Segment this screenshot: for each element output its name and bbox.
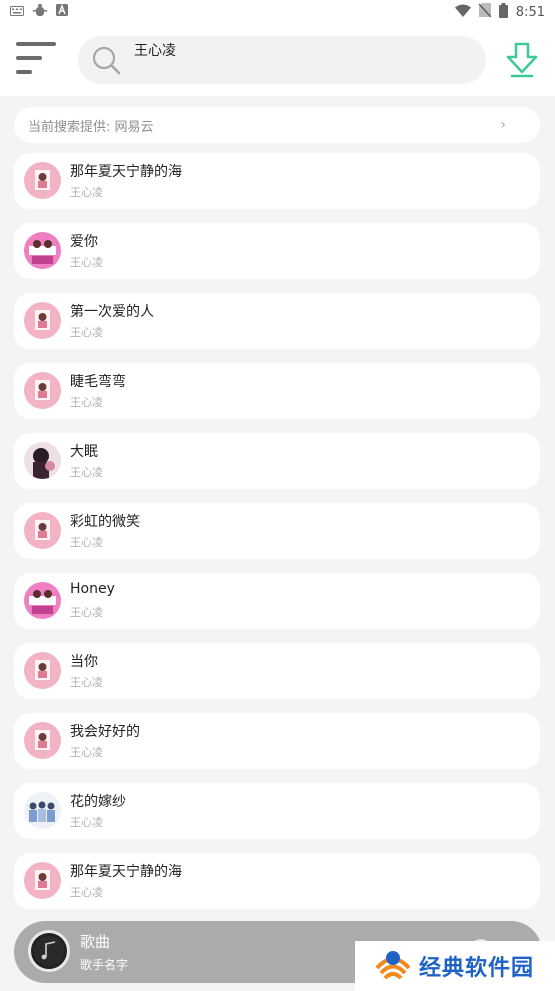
a-badge-icon <box>56 4 68 20</box>
song-row[interactable]: 我会好好的 王心凌 <box>14 713 540 769</box>
song-row[interactable]: 彩虹的微笑 王心凌 <box>14 503 540 559</box>
bug-icon <box>32 2 48 22</box>
album-cover <box>24 302 61 339</box>
search-provider-selector[interactable]: 当前搜索提供: 网易云 › <box>14 107 540 143</box>
watermark-text: 经典软件园 <box>419 956 535 981</box>
provider-label: 当前搜索提供: 网易云 <box>28 119 154 135</box>
menu-button[interactable] <box>16 38 58 78</box>
song-artist: 王心凌 <box>70 326 103 339</box>
song-artist: 王心凌 <box>70 396 103 409</box>
chevron-right-icon: › <box>500 117 506 133</box>
menu-icon-line-3 <box>16 70 32 74</box>
menu-icon-line-2 <box>16 56 42 60</box>
top-app-bar: 王心凌 <box>0 24 555 96</box>
status-right: 8:51 <box>454 2 545 22</box>
song-artist: 王心凌 <box>70 886 103 899</box>
song-artist: 王心凌 <box>70 256 103 269</box>
song-title: 那年夏天宁静的海 <box>70 164 182 180</box>
wifi-icon <box>454 4 471 21</box>
battery-icon <box>498 2 508 22</box>
download-icon <box>502 42 542 84</box>
song-row[interactable]: 睫毛弯弯 王心凌 <box>14 363 540 419</box>
album-cover <box>24 442 61 479</box>
song-artist: 王心凌 <box>70 606 103 619</box>
album-cover <box>24 512 61 549</box>
album-cover <box>24 372 61 409</box>
song-artist: 王心凌 <box>70 466 103 479</box>
song-row[interactable]: 大眠 王心凌 <box>14 433 540 489</box>
song-list: 那年夏天宁静的海 王心凌 爱你 王心凌 第一次爱的人 王心凌 睫毛弯弯 王心凌 大眠 王心凌 彩虹的… <box>14 153 540 923</box>
song-title: 大眠 <box>70 444 98 460</box>
song-row[interactable]: 花的嫁纱 王心凌 <box>14 783 540 839</box>
album-cover <box>24 582 61 619</box>
song-title: 当你 <box>70 654 98 670</box>
no-sim-icon <box>478 3 492 21</box>
player-artist-name: 歌手名字 <box>80 958 129 972</box>
status-bar: 8:51 <box>0 0 555 24</box>
player-song-title: 歌曲 <box>80 933 111 951</box>
watermark-logo-icon <box>373 946 413 986</box>
status-left <box>10 2 68 22</box>
song-row[interactable]: Honey 王心凌 <box>14 573 540 629</box>
album-cover <box>24 862 61 899</box>
song-row[interactable]: 那年夏天宁静的海 王心凌 <box>14 853 540 909</box>
watermark: 经典软件园 <box>355 941 555 991</box>
song-artist: 王心凌 <box>70 816 103 829</box>
status-time: 8:51 <box>515 4 545 20</box>
song-artist: 王心凌 <box>70 676 103 689</box>
search-query-text: 王心凌 <box>134 43 176 59</box>
menu-icon <box>16 42 56 46</box>
song-title: 我会好好的 <box>70 724 140 740</box>
song-row[interactable]: 当你 王心凌 <box>14 643 540 699</box>
song-title: 花的嫁纱 <box>70 794 126 810</box>
song-title: 第一次爱的人 <box>70 304 154 320</box>
album-disc-icon <box>28 930 70 972</box>
song-artist: 王心凌 <box>70 186 103 199</box>
album-cover <box>24 652 61 689</box>
album-cover <box>24 162 61 199</box>
song-title: 睫毛弯弯 <box>70 374 126 390</box>
song-title: Honey <box>70 581 115 597</box>
song-row[interactable]: 那年夏天宁静的海 王心凌 <box>14 153 540 209</box>
song-artist: 王心凌 <box>70 536 103 549</box>
song-row[interactable]: 第一次爱的人 王心凌 <box>14 293 540 349</box>
keyboard-icon <box>10 5 24 20</box>
song-artist: 王心凌 <box>70 746 103 759</box>
download-button[interactable] <box>502 40 542 80</box>
search-input[interactable]: 王心凌 <box>78 36 486 84</box>
album-cover <box>24 232 61 269</box>
album-cover <box>24 792 61 829</box>
song-title: 那年夏天宁静的海 <box>70 864 182 880</box>
song-title: 彩虹的微笑 <box>70 514 140 530</box>
search-icon <box>92 46 122 76</box>
album-cover <box>24 722 61 759</box>
song-row[interactable]: 爱你 王心凌 <box>14 223 540 279</box>
song-title: 爱你 <box>70 234 98 250</box>
